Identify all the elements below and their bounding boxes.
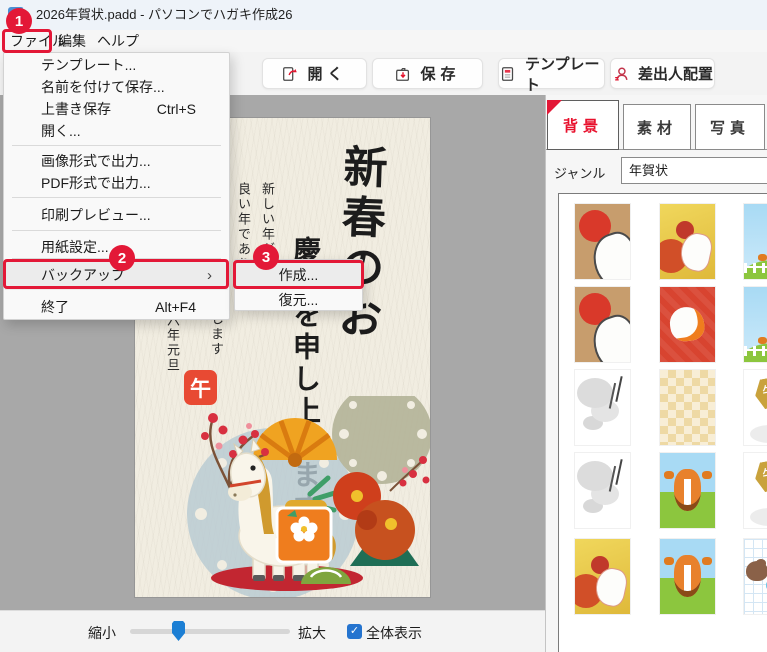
sender-placement-button[interactable]: 差出人配置	[610, 58, 715, 89]
thumbnail-uma-seal[interactable]	[744, 453, 767, 528]
menu-item-export-pdf[interactable]: PDF形式で出力...	[5, 172, 228, 194]
thumbnail-red-toy-horse[interactable]	[660, 287, 715, 362]
app-window: 2026年賀状.padd - パソコンでハガキ作成26 ファイル 編集 ヘルプ …	[0, 0, 767, 652]
submenu-item-create[interactable]: 作成...	[236, 261, 361, 288]
zoom-out-label: 縮小	[88, 625, 116, 641]
thumbnail-horse-sketch-sun[interactable]	[575, 287, 630, 362]
submenu-item-restore[interactable]: 復元...	[236, 288, 361, 311]
menu-item-template[interactable]: テンプレート...	[5, 54, 228, 76]
zoom-in-label: 拡大	[298, 625, 326, 641]
thumbnail-horse-face[interactable]	[660, 539, 715, 614]
sender-placement-label: 差出人配置	[637, 66, 713, 83]
template-document-icon	[501, 66, 514, 81]
open-button[interactable]: 開く	[262, 58, 367, 89]
annotation-step-2: 2	[109, 245, 135, 271]
template-button[interactable]: テンプレート	[498, 56, 605, 94]
menu-edit[interactable]: 編集	[58, 30, 86, 52]
annotation-step-3: 3	[253, 244, 279, 270]
greeting-calligraphy: 新春のお	[329, 143, 388, 345]
file-menu-dropdown: テンプレート... 名前を付けて保存... 上書き保存 Ctrl+S 開く... …	[3, 52, 230, 320]
person-icon	[615, 67, 628, 80]
menu-item-exit[interactable]: 終了 Alt+F4	[5, 294, 228, 319]
menu-separator	[12, 197, 221, 198]
thumbnail-horse-face[interactable]	[660, 453, 715, 528]
thumbnail-uma-seal[interactable]	[744, 370, 767, 445]
menu-separator	[12, 230, 221, 231]
open-document-icon	[283, 66, 298, 81]
thumbnail-horse-sketch-sun[interactable]	[575, 204, 630, 279]
window-title: 2026年賀状.padd - パソコンでハガキ作成26	[36, 7, 293, 22]
thumbnail-meadow-horses[interactable]	[744, 287, 767, 362]
thumbnail-gold-checker[interactable]	[660, 370, 715, 445]
zoom-slider[interactable]	[130, 621, 290, 641]
menu-item-print-preview[interactable]: 印刷プレビュー...	[5, 203, 228, 227]
genre-dropdown[interactable]: 年賀状	[621, 157, 767, 184]
zoom-slider-thumb[interactable]	[172, 621, 185, 641]
thumbnail-ink-horse[interactable]	[575, 453, 630, 528]
title-bar: 2026年賀状.padd - パソコンでハガキ作成26	[0, 0, 767, 30]
zoom-bar: 縮小 拡大 ✓ 全体表示	[0, 610, 545, 652]
backup-submenu: 作成... 復元...	[234, 259, 363, 311]
tab-photo[interactable]: 写真	[695, 104, 765, 150]
thumbnail-grid-horse[interactable]	[744, 539, 767, 614]
thumbnail-gold-white-horse[interactable]	[660, 204, 715, 279]
tab-background[interactable]: 背景	[547, 100, 619, 150]
annotation-step-1: 1	[6, 8, 32, 34]
menu-item-save[interactable]: 上書き保存 Ctrl+S	[5, 98, 228, 120]
save-button[interactable]: 保存	[372, 58, 483, 89]
menu-separator	[12, 145, 221, 146]
menu-help[interactable]: ヘルプ	[97, 30, 139, 52]
menu-item-export-image[interactable]: 画像形式で出力...	[5, 150, 228, 172]
thumbnail-meadow-horses[interactable]	[744, 204, 767, 279]
menu-bar: ファイル 編集 ヘルプ	[0, 30, 767, 52]
thumbnail-ink-horse[interactable]	[575, 370, 630, 445]
material-panel: 背景 素材 写真 ジャンル 年賀状	[545, 95, 767, 652]
menu-item-save-as[interactable]: 名前を付けて保存...	[5, 76, 228, 98]
thumbnail-grid	[558, 193, 767, 652]
genre-label: ジャンル	[554, 166, 606, 181]
thumbnail-gold-white-horse[interactable]	[575, 539, 630, 614]
open-button-label: 開く	[307, 66, 348, 83]
menu-item-open[interactable]: 開く...	[5, 120, 228, 142]
save-button-label: 保存	[420, 66, 461, 83]
template-button-label: テンプレート	[525, 55, 600, 94]
submenu-arrow-icon: ›	[207, 266, 212, 284]
save-document-icon	[396, 67, 410, 81]
tab-material[interactable]: 素材	[623, 104, 691, 150]
shortcut-save: Ctrl+S	[156, 101, 196, 117]
fit-view-checkbox[interactable]: ✓	[347, 624, 362, 639]
shortcut-exit: Alt+F4	[155, 298, 196, 315]
horse-illustration	[187, 396, 430, 597]
fit-view-label: 全体表示	[366, 625, 422, 641]
